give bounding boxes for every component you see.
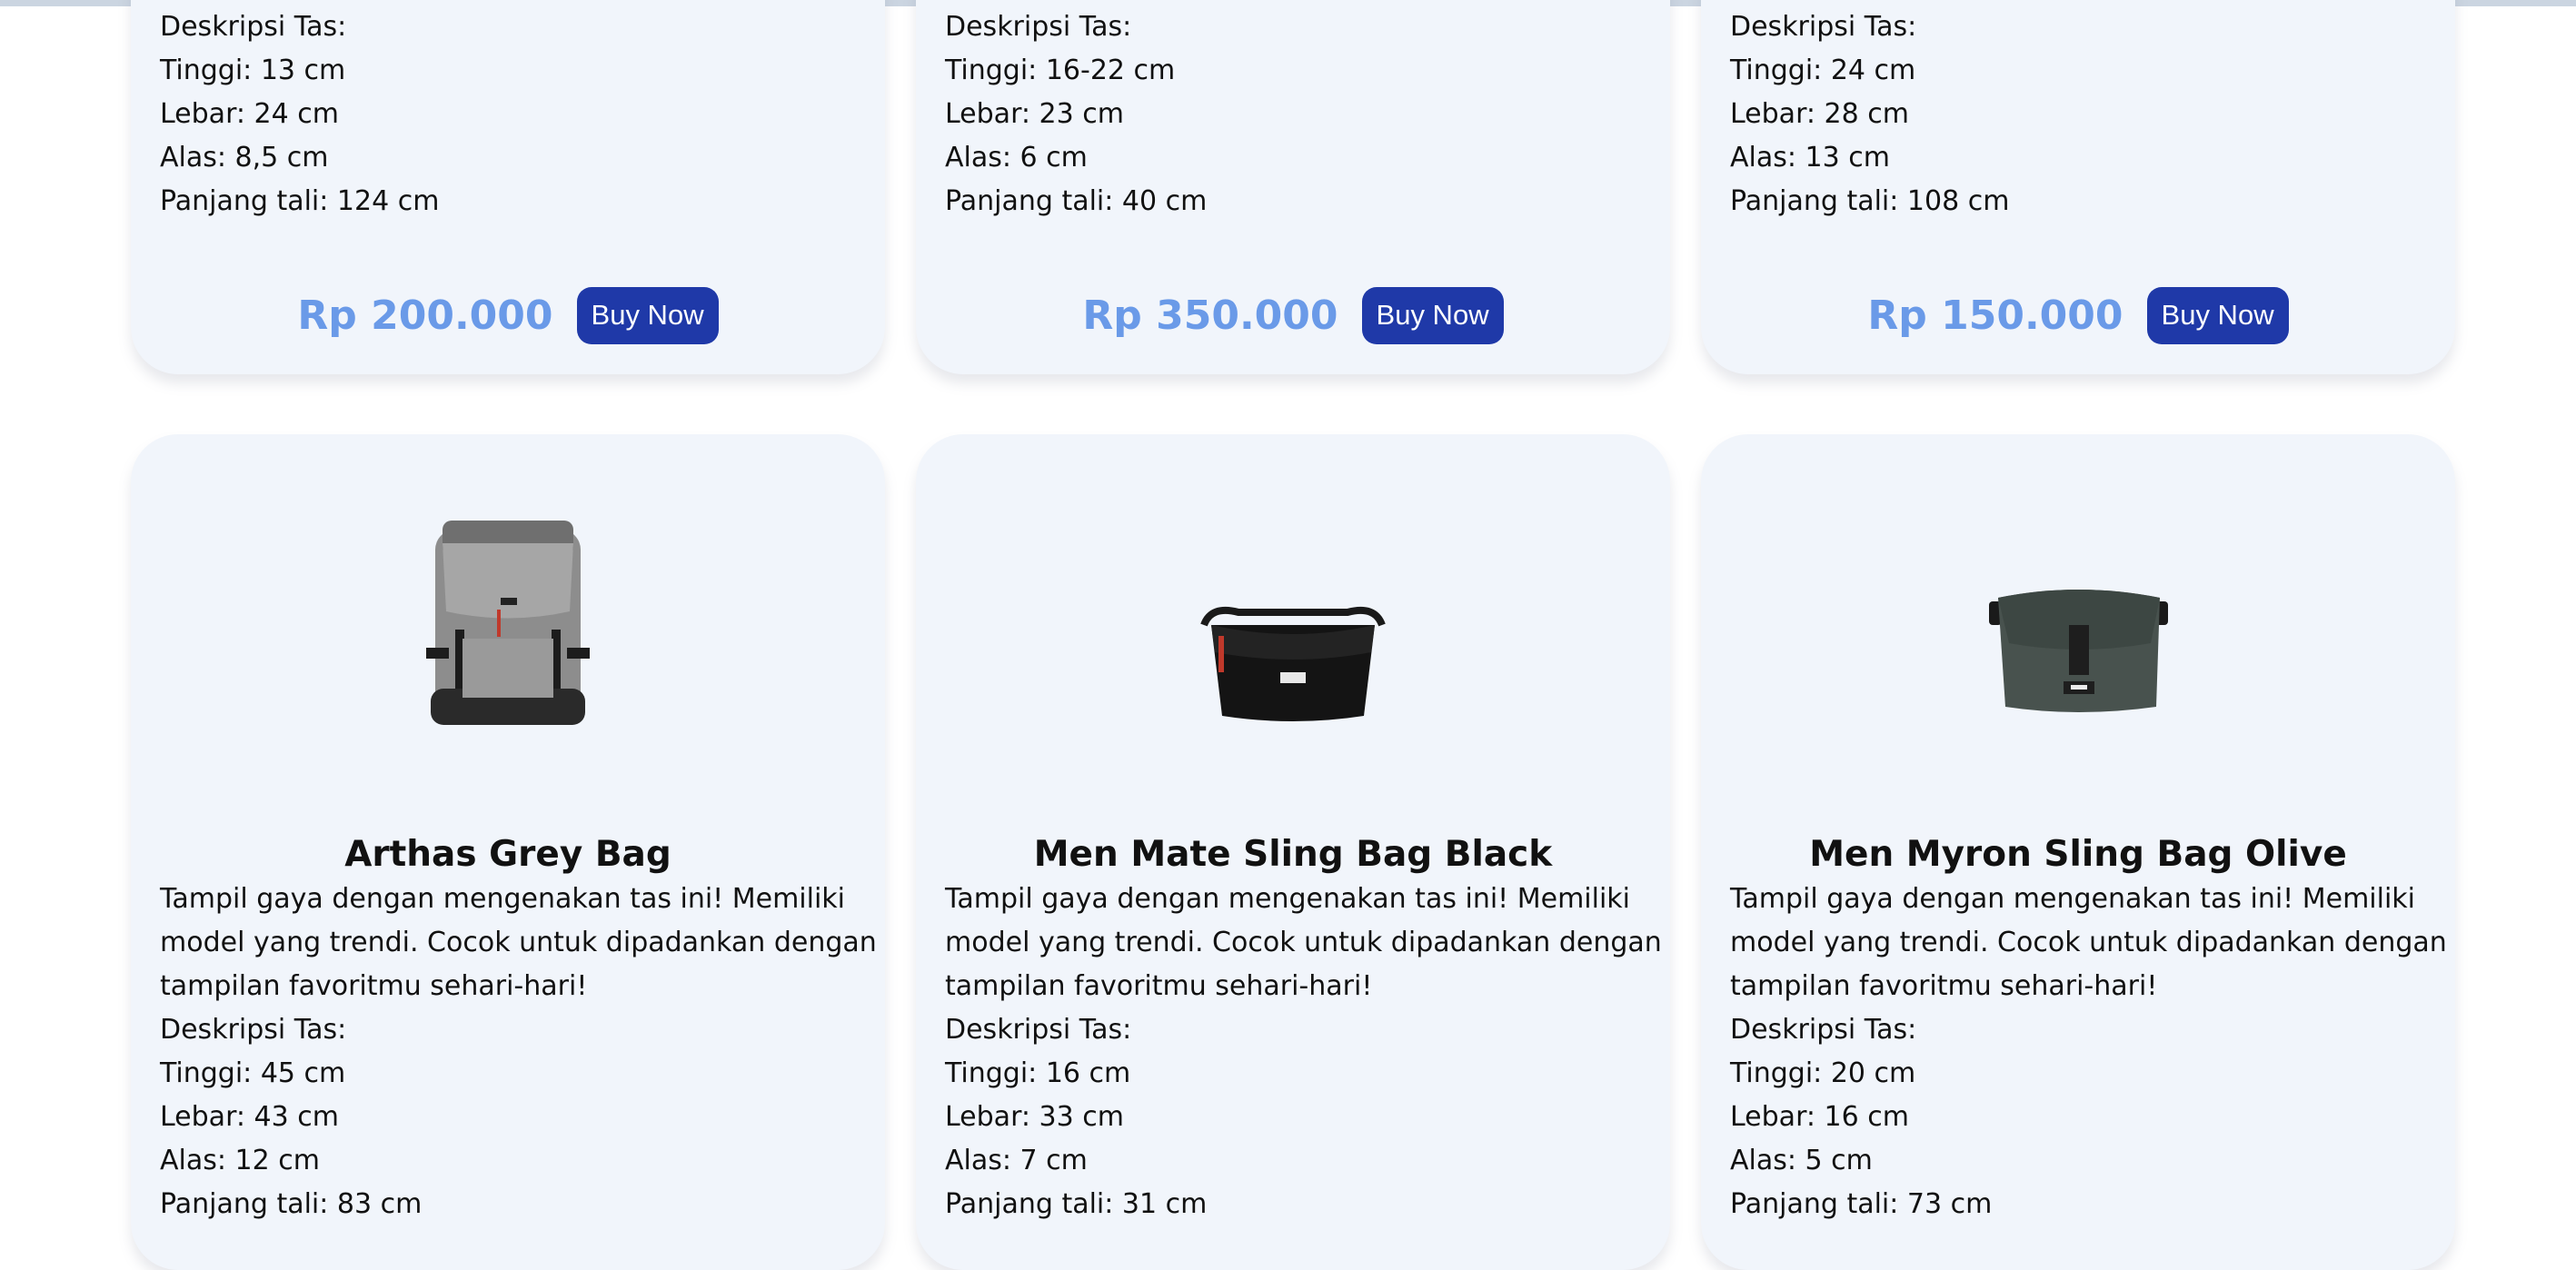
product-description: Deskripsi Tas: Tinggi: 13 cm Lebar: 24 c… bbox=[160, 5, 439, 223]
desc-line: Deskripsi Tas: bbox=[160, 1014, 347, 1046]
desc-line: Lebar: 28 cm bbox=[1730, 98, 1909, 130]
product-description: Deskripsi Tas: Tinggi: 24 cm Lebar: 28 c… bbox=[1730, 5, 2009, 223]
product-description: Tampil gaya dengan mengenakan tas ini! M… bbox=[160, 878, 877, 1226]
desc-line: Tampil gaya dengan mengenakan tas ini! M… bbox=[1730, 883, 2416, 915]
desc-line: Panjang tali: 73 cm bbox=[1730, 1188, 1993, 1220]
product-title: Arthas Grey Bag bbox=[344, 834, 671, 875]
desc-line: Deskripsi Tas: bbox=[945, 1014, 1132, 1046]
sling-bag-icon bbox=[1200, 606, 1386, 721]
product-image[interactable] bbox=[916, 489, 1670, 761]
product-description: Tampil gaya dengan mengenakan tas ini! M… bbox=[1730, 878, 2447, 1226]
desc-line: Tinggi: 16 cm bbox=[945, 1057, 1131, 1089]
buy-now-button[interactable]: Buy Now bbox=[1361, 287, 1504, 344]
product-card-6: Men Myron Sling Bag Olive Tampil gaya de… bbox=[1701, 434, 2455, 1270]
desc-line: Deskripsi Tas: bbox=[160, 11, 347, 43]
desc-line: Tinggi: 45 cm bbox=[160, 1057, 346, 1089]
desc-line: Tampil gaya dengan mengenakan tas ini! M… bbox=[160, 883, 846, 915]
desc-line: Deskripsi Tas: bbox=[1730, 11, 1917, 43]
product-card-2: Deskripsi Tas: Tinggi: 16-22 cm Lebar: 2… bbox=[916, 0, 1670, 374]
product-card-3: Deskripsi Tas: Tinggi: 24 cm Lebar: 28 c… bbox=[1701, 0, 2455, 374]
desc-line: Panjang tali: 31 cm bbox=[945, 1188, 1208, 1220]
desc-line: tampilan favoritmu sehari-hari! bbox=[1730, 970, 2158, 1002]
buy-now-button[interactable]: Buy Now bbox=[2146, 287, 2289, 344]
desc-line: Tinggi: 20 cm bbox=[1730, 1057, 1916, 1089]
desc-line: Deskripsi Tas: bbox=[945, 11, 1132, 43]
desc-line: Panjang tali: 40 cm bbox=[945, 185, 1208, 217]
desc-line: Alas: 13 cm bbox=[1730, 142, 1890, 174]
backpack-icon bbox=[426, 521, 590, 725]
desc-line: tampilan favoritmu sehari-hari! bbox=[945, 970, 1373, 1002]
desc-line: Panjang tali: 108 cm bbox=[1730, 185, 2010, 217]
desc-line: Lebar: 16 cm bbox=[1730, 1101, 1909, 1133]
desc-line: Lebar: 24 cm bbox=[160, 98, 339, 130]
desc-line: Panjang tali: 124 cm bbox=[160, 185, 440, 217]
product-card-4: Arthas Grey Bag Tampil gaya dengan menge… bbox=[131, 434, 885, 1270]
desc-line: Panjang tali: 83 cm bbox=[160, 1188, 423, 1220]
desc-line: model yang trendi. Cocok untuk dipadanka… bbox=[1730, 927, 2447, 958]
desc-line: model yang trendi. Cocok untuk dipadanka… bbox=[160, 927, 877, 958]
desc-line: Lebar: 33 cm bbox=[945, 1101, 1124, 1133]
product-price: Rp 200.000 bbox=[297, 293, 553, 339]
desc-line: Tinggi: 13 cm bbox=[160, 55, 346, 86]
price-row: Rp 200.000 Buy Now bbox=[131, 287, 885, 344]
price-row: Rp 350.000 Buy Now bbox=[916, 287, 1670, 344]
desc-line: Tinggi: 24 cm bbox=[1730, 55, 1916, 86]
product-image[interactable] bbox=[131, 489, 885, 761]
product-image[interactable] bbox=[1701, 489, 2455, 761]
product-description: Deskripsi Tas: Tinggi: 16-22 cm Lebar: 2… bbox=[945, 5, 1207, 223]
desc-line: Tampil gaya dengan mengenakan tas ini! M… bbox=[945, 883, 1631, 915]
desc-line: Alas: 5 cm bbox=[1730, 1145, 1873, 1176]
product-title: Men Mate Sling Bag Black bbox=[1033, 834, 1553, 875]
product-card-5: Men Mate Sling Bag Black Tampil gaya den… bbox=[916, 434, 1670, 1270]
desc-line: Alas: 6 cm bbox=[945, 142, 1088, 174]
buy-now-button[interactable]: Buy Now bbox=[576, 287, 719, 344]
product-description: Tampil gaya dengan mengenakan tas ini! M… bbox=[945, 878, 1662, 1226]
desc-line: Alas: 7 cm bbox=[945, 1145, 1088, 1176]
desc-line: Lebar: 23 cm bbox=[945, 98, 1124, 130]
desc-line: Deskripsi Tas: bbox=[1730, 1014, 1917, 1046]
product-title: Men Myron Sling Bag Olive bbox=[1809, 834, 2347, 875]
product-card-1: Deskripsi Tas: Tinggi: 13 cm Lebar: 24 c… bbox=[131, 0, 885, 374]
desc-line: Tinggi: 16-22 cm bbox=[945, 55, 1176, 86]
sling-bag-icon bbox=[1989, 590, 2168, 712]
price-row: Rp 150.000 Buy Now bbox=[1701, 287, 2455, 344]
desc-line: Lebar: 43 cm bbox=[160, 1101, 339, 1133]
desc-line: tampilan favoritmu sehari-hari! bbox=[160, 970, 588, 1002]
desc-line: model yang trendi. Cocok untuk dipadanka… bbox=[945, 927, 1662, 958]
desc-line: Alas: 12 cm bbox=[160, 1145, 320, 1176]
desc-line: Alas: 8,5 cm bbox=[160, 142, 329, 174]
product-price: Rp 150.000 bbox=[1867, 293, 2123, 339]
product-price: Rp 350.000 bbox=[1082, 293, 1338, 339]
